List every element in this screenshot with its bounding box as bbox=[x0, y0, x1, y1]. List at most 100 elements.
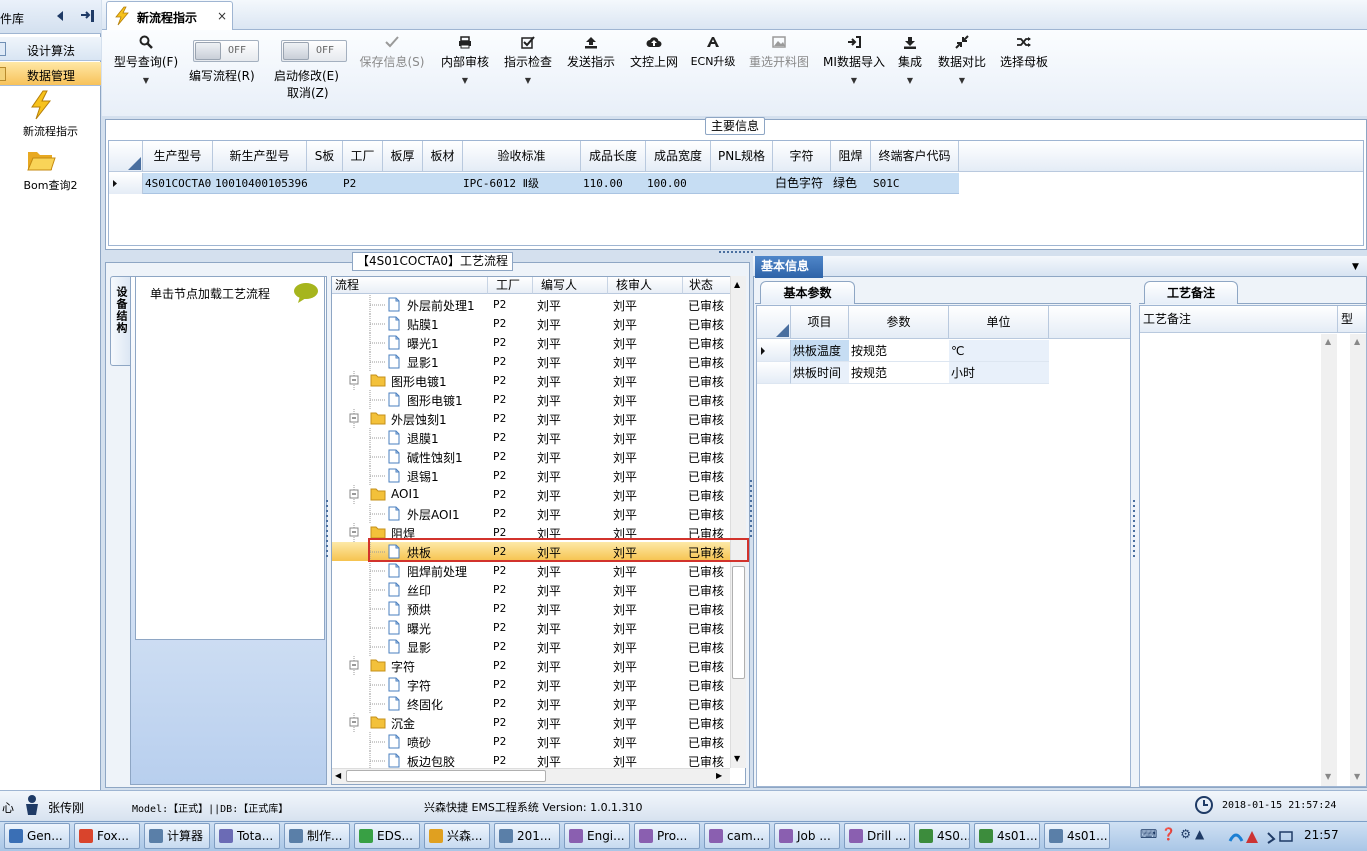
tree-row[interactable]: 退锡1 P2 刘平 刘平 已审核 bbox=[332, 466, 732, 485]
tree-row[interactable]: 字符 P2 刘平 刘平 已审核 bbox=[332, 675, 732, 694]
tree-row[interactable]: 碱性蚀刻1 P2 刘平 刘平 已审核 bbox=[332, 447, 732, 466]
tray-icons[interactable]: ⌨❓⚙▲ bbox=[1140, 827, 1208, 841]
cell-unit[interactable]: ℃ bbox=[949, 340, 1049, 362]
sidebar-collapse-left-icon[interactable] bbox=[56, 10, 64, 22]
cell-item[interactable]: 烘板温度 bbox=[791, 340, 849, 362]
taskbar-button[interactable]: 兴森... bbox=[424, 823, 490, 849]
chevron-down-icon[interactable]: ▼ bbox=[895, 76, 925, 85]
cell-prod-model[interactable]: 4S01COCTA0 bbox=[145, 173, 211, 194]
cell-customer-code[interactable]: S01C bbox=[873, 173, 900, 194]
column-header[interactable]: 字符 bbox=[773, 141, 831, 172]
column-header[interactable]: 新生产型号 bbox=[213, 141, 307, 172]
tree-row[interactable]: 显影 P2 刘平 刘平 已审核 bbox=[332, 637, 732, 656]
column-header[interactable]: 编写人 bbox=[533, 277, 608, 294]
taskbar-button[interactable]: 计算器 bbox=[144, 823, 210, 849]
column-header[interactable]: 项目 bbox=[791, 306, 849, 339]
tree-row[interactable]: 外层前处理1 P2 刘平 刘平 已审核 bbox=[332, 295, 732, 314]
scroll-up-icon[interactable]: ▲ bbox=[734, 280, 740, 289]
column-header[interactable]: 成品宽度 bbox=[646, 141, 711, 172]
scroll-up-icon[interactable]: ▲ bbox=[1354, 337, 1360, 346]
cell-value[interactable]: 按规范 bbox=[849, 340, 949, 362]
cell-value[interactable]: 按规范 bbox=[849, 362, 949, 384]
column-header[interactable]: 型 bbox=[1338, 306, 1366, 333]
tree-row[interactable]: 图形电镀1 P2 刘平 刘平 已审核 bbox=[332, 371, 732, 390]
scrollbar-thumb[interactable] bbox=[346, 770, 546, 782]
tree-row[interactable]: 沉金 P2 刘平 刘平 已审核 bbox=[332, 713, 732, 732]
remarks-vertical-scrollbar[interactable]: ▲ ▼ bbox=[1321, 334, 1337, 786]
scrollbar-thumb[interactable] bbox=[732, 566, 745, 679]
column-header[interactable]: 终端客户代码 bbox=[871, 141, 959, 172]
column-header[interactable]: 流程 bbox=[332, 277, 488, 294]
column-header[interactable]: PNL规格 bbox=[711, 141, 773, 172]
close-icon[interactable]: × bbox=[217, 9, 227, 23]
cell-factory[interactable]: P2 bbox=[343, 173, 356, 194]
tree-horizontal-scrollbar[interactable]: ◀ ▶ bbox=[332, 768, 730, 784]
column-header[interactable]: S板 bbox=[307, 141, 343, 172]
column-header[interactable]: 工厂 bbox=[343, 141, 383, 172]
chevron-down-icon[interactable]: ▼ bbox=[936, 76, 988, 85]
tree-row[interactable]: 预烘 P2 刘平 刘平 已审核 bbox=[332, 599, 732, 618]
chevron-down-icon[interactable]: ▼ bbox=[502, 76, 554, 85]
sidebar-item-bom-query[interactable]: Bom查询2 bbox=[0, 147, 101, 193]
tree-row[interactable]: AOI1 P2 刘平 刘平 已审核 bbox=[332, 485, 732, 504]
tree-vertical-scrollbar[interactable]: ▲ ▼ bbox=[730, 276, 746, 768]
tab-process-remarks[interactable]: 工艺备注 bbox=[1144, 281, 1238, 304]
taskbar-button[interactable]: cam... bbox=[704, 823, 770, 849]
tree-row[interactable]: 退膜1 P2 刘平 刘平 已审核 bbox=[332, 428, 732, 447]
splitter-grip-icon[interactable] bbox=[1132, 500, 1136, 560]
column-header[interactable]: 工艺备注 bbox=[1140, 306, 1338, 333]
node-panel[interactable] bbox=[135, 276, 325, 640]
select-master-button[interactable]: 选择母板 bbox=[998, 34, 1050, 70]
tree-row[interactable]: 终固化 P2 刘平 刘平 已审核 bbox=[332, 694, 732, 713]
taskbar-button[interactable]: 4s01... bbox=[1044, 823, 1110, 849]
column-header[interactable]: 生产型号 bbox=[143, 141, 213, 172]
tree-row[interactable]: 丝印 P2 刘平 刘平 已审核 bbox=[332, 580, 732, 599]
tree-row[interactable]: 外层AOI1 P2 刘平 刘平 已审核 bbox=[332, 504, 732, 523]
tree-row[interactable]: 显影1 P2 刘平 刘平 已审核 bbox=[332, 352, 732, 371]
edit-flow-toggle[interactable]: OFF bbox=[193, 40, 259, 62]
scroll-left-icon[interactable]: ◀ bbox=[335, 771, 341, 780]
cell-width[interactable]: 100.00 bbox=[647, 173, 687, 194]
taskbar-button[interactable]: EDS... bbox=[354, 823, 420, 849]
start-modify-toggle[interactable]: OFF bbox=[281, 40, 347, 62]
doc-upload-button[interactable]: 文控上网 bbox=[628, 34, 680, 70]
tree-row[interactable]: 贴膜1 P2 刘平 刘平 已审核 bbox=[332, 314, 732, 333]
column-header[interactable]: 参数 bbox=[849, 306, 949, 339]
cell-new-model[interactable]: 10010400105396 bbox=[215, 173, 308, 194]
tree-row[interactable]: 外层蚀刻1 P2 刘平 刘平 已审核 bbox=[332, 409, 732, 428]
tab-basic-params[interactable]: 基本参数 bbox=[760, 281, 855, 304]
taskbar-button[interactable]: Drill ... bbox=[844, 823, 910, 849]
data-compare-button[interactable]: 数据对比 ▼ bbox=[936, 34, 988, 85]
scroll-down-icon[interactable]: ▼ bbox=[734, 754, 740, 763]
sidebar-tab-design-algorithm[interactable]: 设计算法 bbox=[0, 37, 101, 61]
taskbar-button[interactable]: 4S0... bbox=[914, 823, 970, 849]
tab-new-flow-instruction[interactable]: 新流程指示 × bbox=[106, 1, 233, 31]
tab-basic-info[interactable]: 基本信息 bbox=[755, 256, 823, 278]
column-header[interactable]: 单位 bbox=[949, 306, 1049, 339]
tree-row[interactable]: 字符 P2 刘平 刘平 已审核 bbox=[332, 656, 732, 675]
outer-vertical-scrollbar[interactable]: ▲ ▼ bbox=[1350, 334, 1366, 786]
cell-item[interactable]: 烘板时间 bbox=[791, 362, 849, 384]
column-header[interactable]: 工厂 bbox=[488, 277, 533, 294]
sidebar-tab-data-management[interactable]: 数据管理 bbox=[0, 62, 101, 86]
column-header[interactable]: 验收标准 bbox=[463, 141, 581, 172]
reselect-cut-drawing-button[interactable]: 重选开料图 bbox=[746, 34, 812, 70]
ecn-upgrade-button[interactable]: ECN升级 bbox=[690, 34, 736, 69]
column-header[interactable]: 阻焊 bbox=[831, 141, 871, 172]
internal-review-button[interactable]: 内部审核 ▼ bbox=[439, 34, 491, 85]
chevron-down-icon[interactable]: ▼ bbox=[439, 76, 491, 85]
column-header[interactable]: 核审人 bbox=[608, 277, 683, 294]
sidebar-item-new-flow[interactable]: 新流程指示 bbox=[0, 90, 101, 138]
cell-character[interactable]: 白色字符 bbox=[775, 173, 823, 194]
scroll-down-icon[interactable]: ▼ bbox=[1354, 772, 1360, 781]
cell-length[interactable]: 110.00 bbox=[583, 173, 623, 194]
taskbar-button[interactable]: Job ... bbox=[774, 823, 840, 849]
column-header[interactable]: 成品长度 bbox=[581, 141, 646, 172]
chevron-down-icon[interactable]: ▼ bbox=[821, 76, 887, 85]
column-header[interactable]: 状态 bbox=[683, 277, 733, 294]
taskbar-button[interactable]: Gen... bbox=[4, 823, 70, 849]
save-info-button[interactable]: 保存信息(S) bbox=[357, 34, 427, 70]
taskbar-button[interactable]: Fox... bbox=[74, 823, 140, 849]
taskbar-button[interactable]: 4s01... bbox=[974, 823, 1040, 849]
column-header[interactable]: 板材 bbox=[423, 141, 463, 172]
